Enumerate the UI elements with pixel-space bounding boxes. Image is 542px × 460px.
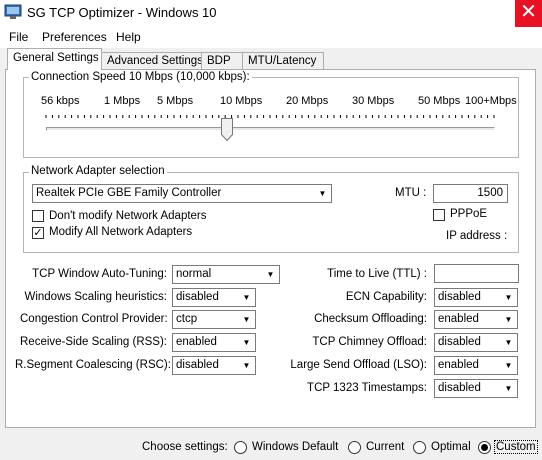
tcp-window-autotuning-label: TCP Window Auto-Tuning:: [32, 268, 167, 280]
checksum-offloading-select[interactable]: enabled ▼: [434, 310, 518, 329]
windows-scaling-heuristics-select[interactable]: disabled ▼: [172, 288, 256, 307]
connection-speed-legend: Connection Speed 10 Mbps (10,000 kbps):: [29, 71, 252, 83]
tcp-window-autotuning-select[interactable]: normal ▼: [172, 265, 280, 284]
adapter-select[interactable]: Realtek PCIe GBE Family Controller ▼: [32, 184, 332, 203]
select-value: disabled: [438, 336, 481, 348]
radio-optimal-label: Optimal: [431, 441, 471, 453]
radio-custom-label: Custom: [494, 440, 538, 454]
pppoe-checkbox[interactable]: [433, 209, 445, 221]
speed-slider-thumb[interactable]: [221, 118, 233, 141]
mtu-field[interactable]: 1500: [433, 184, 508, 203]
select-value: disabled: [176, 291, 219, 303]
segment-coalescing-select[interactable]: disabled ▼: [172, 356, 256, 375]
speed-tick-label: 20 Mbps: [286, 95, 329, 107]
chevron-down-icon: ▼: [504, 361, 513, 370]
radio-windows-default[interactable]: [234, 441, 247, 454]
large-send-offload-label: Large Send Offload (LSO):: [290, 359, 427, 371]
close-icon: ✕: [520, 1, 537, 23]
menu-preferences[interactable]: Preferences: [42, 30, 107, 44]
radio-optimal[interactable]: [413, 441, 426, 454]
modify-all-adapters-label: Modify All Network Adapters: [49, 226, 193, 238]
select-value: disabled: [176, 359, 219, 371]
modify-all-adapters-checkbox[interactable]: ✓: [32, 227, 44, 239]
tcp-1323-timestamps-select[interactable]: disabled ▼: [434, 379, 518, 398]
chevron-down-icon: ▼: [266, 270, 275, 279]
adapter-select-value: Realtek PCIe GBE Family Controller: [36, 187, 222, 199]
speed-slider-track[interactable]: [46, 127, 495, 131]
menu-bar: File Preferences Help: [0, 27, 542, 48]
chevron-down-icon: ▼: [504, 384, 513, 393]
congestion-control-provider-label: Congestion Control Provider:: [20, 313, 168, 325]
select-value: enabled: [176, 336, 217, 348]
speed-tick-label: 1 Mbps: [104, 95, 141, 107]
mtu-field-value: 1500: [477, 187, 503, 199]
menu-file[interactable]: File: [9, 30, 28, 44]
checksum-offloading-label: Checksum Offloading:: [314, 313, 427, 325]
dont-modify-adapters-checkbox[interactable]: [32, 210, 44, 222]
ip-address-label: IP address :: [446, 230, 508, 242]
radio-current[interactable]: [348, 441, 361, 454]
receive-side-scaling-label: Receive-Side Scaling (RSS):: [20, 336, 168, 348]
close-button[interactable]: ✕: [515, 0, 542, 27]
radio-custom[interactable]: [478, 441, 491, 454]
dont-modify-adapters-label: Don't modify Network Adapters: [49, 210, 207, 222]
chevron-down-icon: ▼: [242, 338, 251, 347]
ecn-capability-label: ECN Capability:: [345, 291, 427, 303]
congestion-control-provider-select[interactable]: ctcp ▼: [172, 310, 256, 329]
chevron-down-icon: ▼: [242, 315, 251, 324]
segment-coalescing-label: R.Segment Coalescing (RSC):: [15, 359, 171, 371]
pppoe-label: PPPoE: [450, 208, 488, 220]
mtu-label: MTU :: [395, 187, 427, 199]
tab-advanced-settings[interactable]: Advanced Settings: [101, 52, 203, 70]
receive-side-scaling-select[interactable]: enabled ▼: [172, 333, 256, 352]
select-value: normal: [176, 268, 212, 280]
select-value: enabled: [438, 359, 479, 371]
ecn-capability-select[interactable]: disabled ▼: [434, 288, 518, 307]
windows-scaling-heuristics-label: Windows Scaling heuristics:: [24, 291, 167, 303]
chevron-down-icon: ▼: [242, 361, 251, 370]
speed-slider-ticks: [45, 115, 495, 118]
tab-strip: General Settings Advanced Settings BDP M…: [0, 48, 542, 70]
speed-tick-label: 10 Mbps: [220, 95, 263, 107]
window-title: SG TCP Optimizer - Windows 10: [27, 5, 217, 20]
tcp-chimney-offload-select[interactable]: disabled ▼: [434, 333, 518, 352]
chevron-down-icon: ▼: [504, 315, 513, 324]
speed-tick-label: 50 Mbps: [418, 95, 461, 107]
chevron-down-icon: ▼: [504, 338, 513, 347]
speed-tick-label: 30 Mbps: [352, 95, 395, 107]
check-icon: ✓: [33, 227, 43, 239]
chevron-down-icon: ▼: [504, 293, 513, 302]
network-adapter-legend: Network Adapter selection: [29, 165, 167, 177]
choose-settings-label: Choose settings:: [142, 441, 228, 453]
radio-windows-default-label: Windows Default: [252, 441, 339, 453]
ttl-field[interactable]: [434, 264, 519, 283]
large-send-offload-select[interactable]: enabled ▼: [434, 356, 518, 375]
select-value: enabled: [438, 313, 479, 325]
select-value: ctcp: [176, 313, 198, 325]
tab-mtu-latency[interactable]: MTU/Latency: [242, 52, 324, 70]
tcp-chimney-offload-label: TCP Chimney Offload:: [312, 336, 427, 348]
speed-tick-label: 100+Mbps: [465, 95, 517, 107]
speed-tick-label: 5 Mbps: [157, 95, 194, 107]
app-network-icon: [4, 4, 22, 19]
speed-tick-label: 56 kbps: [41, 95, 80, 107]
radio-selected-dot: [481, 444, 488, 451]
select-value: disabled: [438, 382, 481, 394]
tab-bdp[interactable]: BDP: [201, 52, 243, 70]
select-value: disabled: [438, 291, 481, 303]
tcp-1323-timestamps-label: TCP 1323 Timestamps:: [307, 382, 427, 394]
tab-general-settings[interactable]: General Settings: [7, 48, 102, 70]
chevron-down-icon: ▼: [318, 189, 327, 198]
menu-help[interactable]: Help: [116, 30, 141, 44]
radio-current-label: Current: [366, 441, 405, 453]
chevron-down-icon: ▼: [242, 293, 251, 302]
ttl-label: Time to Live (TTL) :: [327, 268, 427, 280]
title-bar: SG TCP Optimizer - Windows 10 ✕: [0, 0, 542, 27]
